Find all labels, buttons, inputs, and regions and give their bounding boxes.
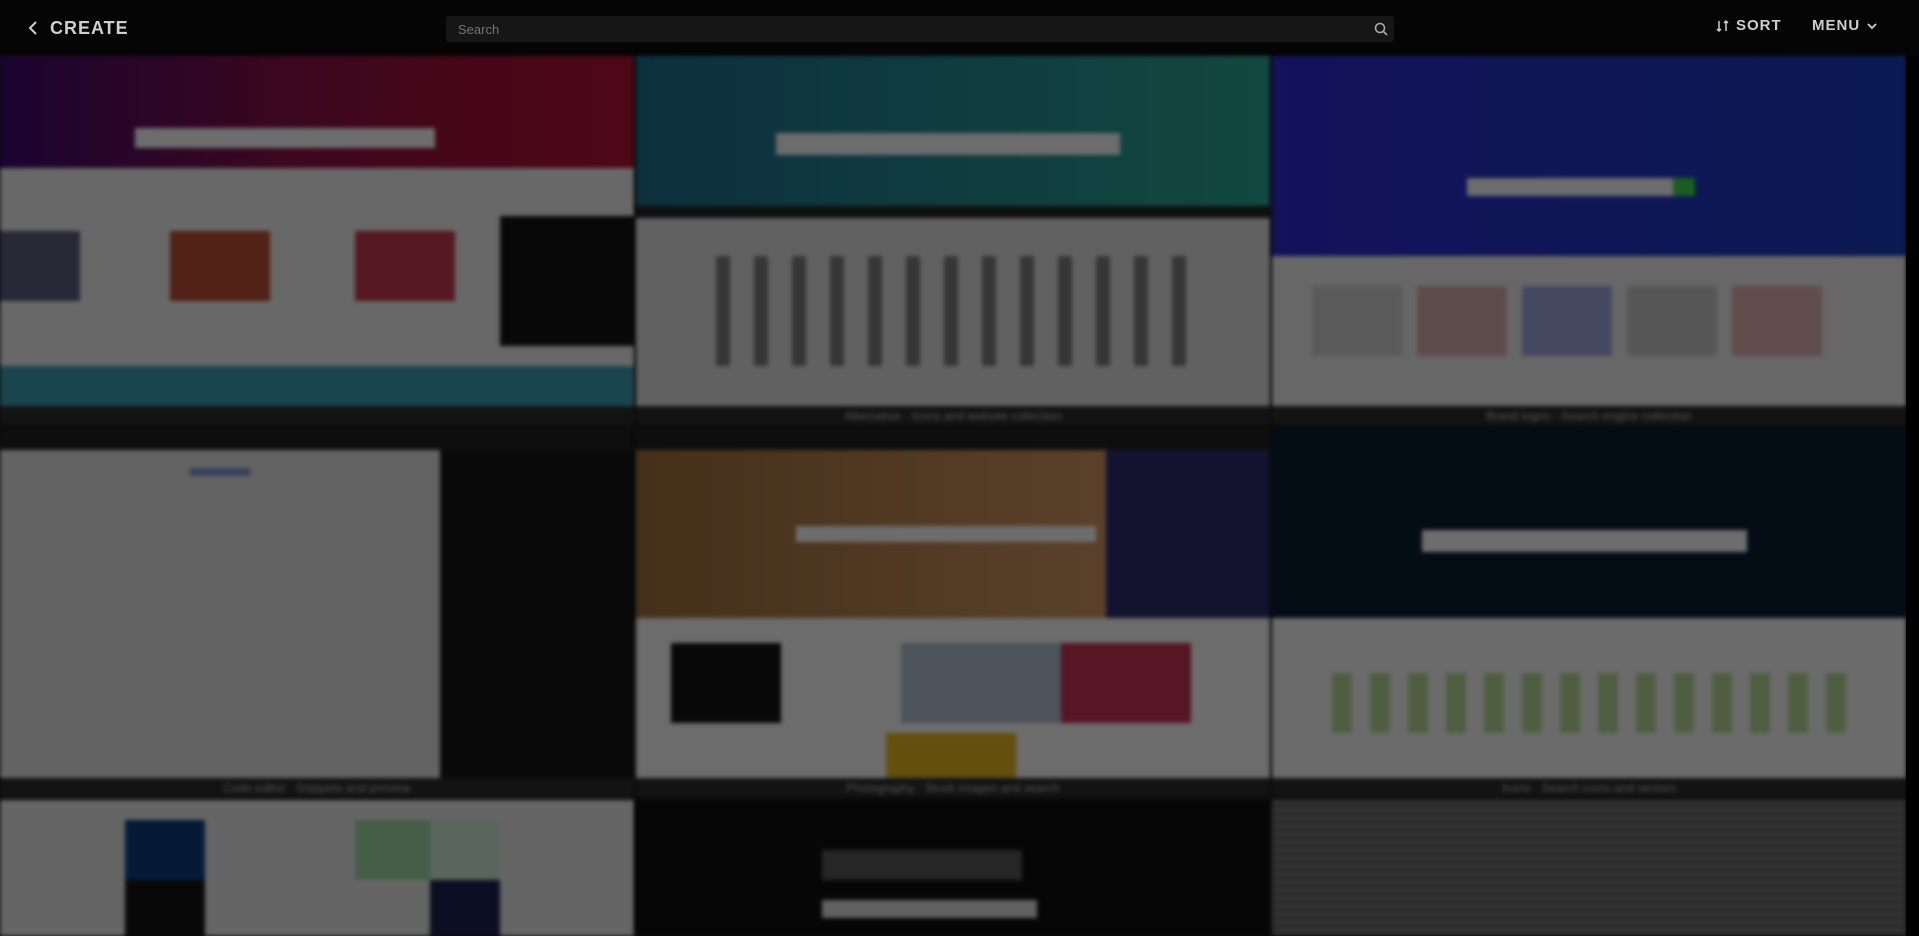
brand-logo[interactable]: CREATE bbox=[26, 17, 129, 39]
website-tile[interactable]: Icons · Search icons and vectors bbox=[1272, 428, 1906, 798]
search-icon[interactable] bbox=[1368, 16, 1394, 42]
scrollbar[interactable] bbox=[1906, 56, 1919, 936]
tile-caption: Photography · Stock images and search bbox=[636, 778, 1270, 798]
website-tile[interactable]: Brand logos · Search engine collection bbox=[1272, 56, 1906, 426]
website-tile[interactable] bbox=[0, 56, 634, 426]
top-navigation-bar: CREATE SORT MENU bbox=[0, 0, 1919, 56]
sort-icon bbox=[1716, 19, 1729, 32]
search-input[interactable] bbox=[446, 20, 1368, 38]
menu-button[interactable]: MENU bbox=[1812, 17, 1878, 34]
website-tile[interactable]: Code editor · Snippets and preview bbox=[0, 428, 634, 798]
website-tile[interactable] bbox=[0, 800, 634, 936]
website-tile[interactable] bbox=[636, 800, 1270, 936]
screenshot-grid: Alternative · Icons and website collecti… bbox=[0, 56, 1919, 936]
search-bar[interactable] bbox=[446, 16, 1394, 42]
chevron-down-icon bbox=[1867, 22, 1877, 29]
website-tile[interactable] bbox=[1272, 800, 1906, 936]
sort-button[interactable]: SORT bbox=[1716, 17, 1782, 34]
tile-caption: Alternative · Icons and website collecti… bbox=[636, 406, 1270, 426]
tile-caption: Brand logos · Search engine collection bbox=[1272, 406, 1906, 426]
tile-caption: Icons · Search icons and vectors bbox=[1272, 778, 1906, 798]
back-arrow-icon bbox=[28, 21, 37, 35]
menu-label: MENU bbox=[1812, 17, 1861, 34]
tile-caption bbox=[0, 406, 634, 426]
sort-label: SORT bbox=[1736, 17, 1782, 34]
website-tile[interactable]: Alternative · Icons and website collecti… bbox=[636, 56, 1270, 426]
brand-label: CREATE bbox=[50, 17, 129, 38]
website-tile[interactable]: Photography · Stock images and search bbox=[636, 428, 1270, 798]
tile-caption: Code editor · Snippets and preview bbox=[0, 778, 634, 798]
